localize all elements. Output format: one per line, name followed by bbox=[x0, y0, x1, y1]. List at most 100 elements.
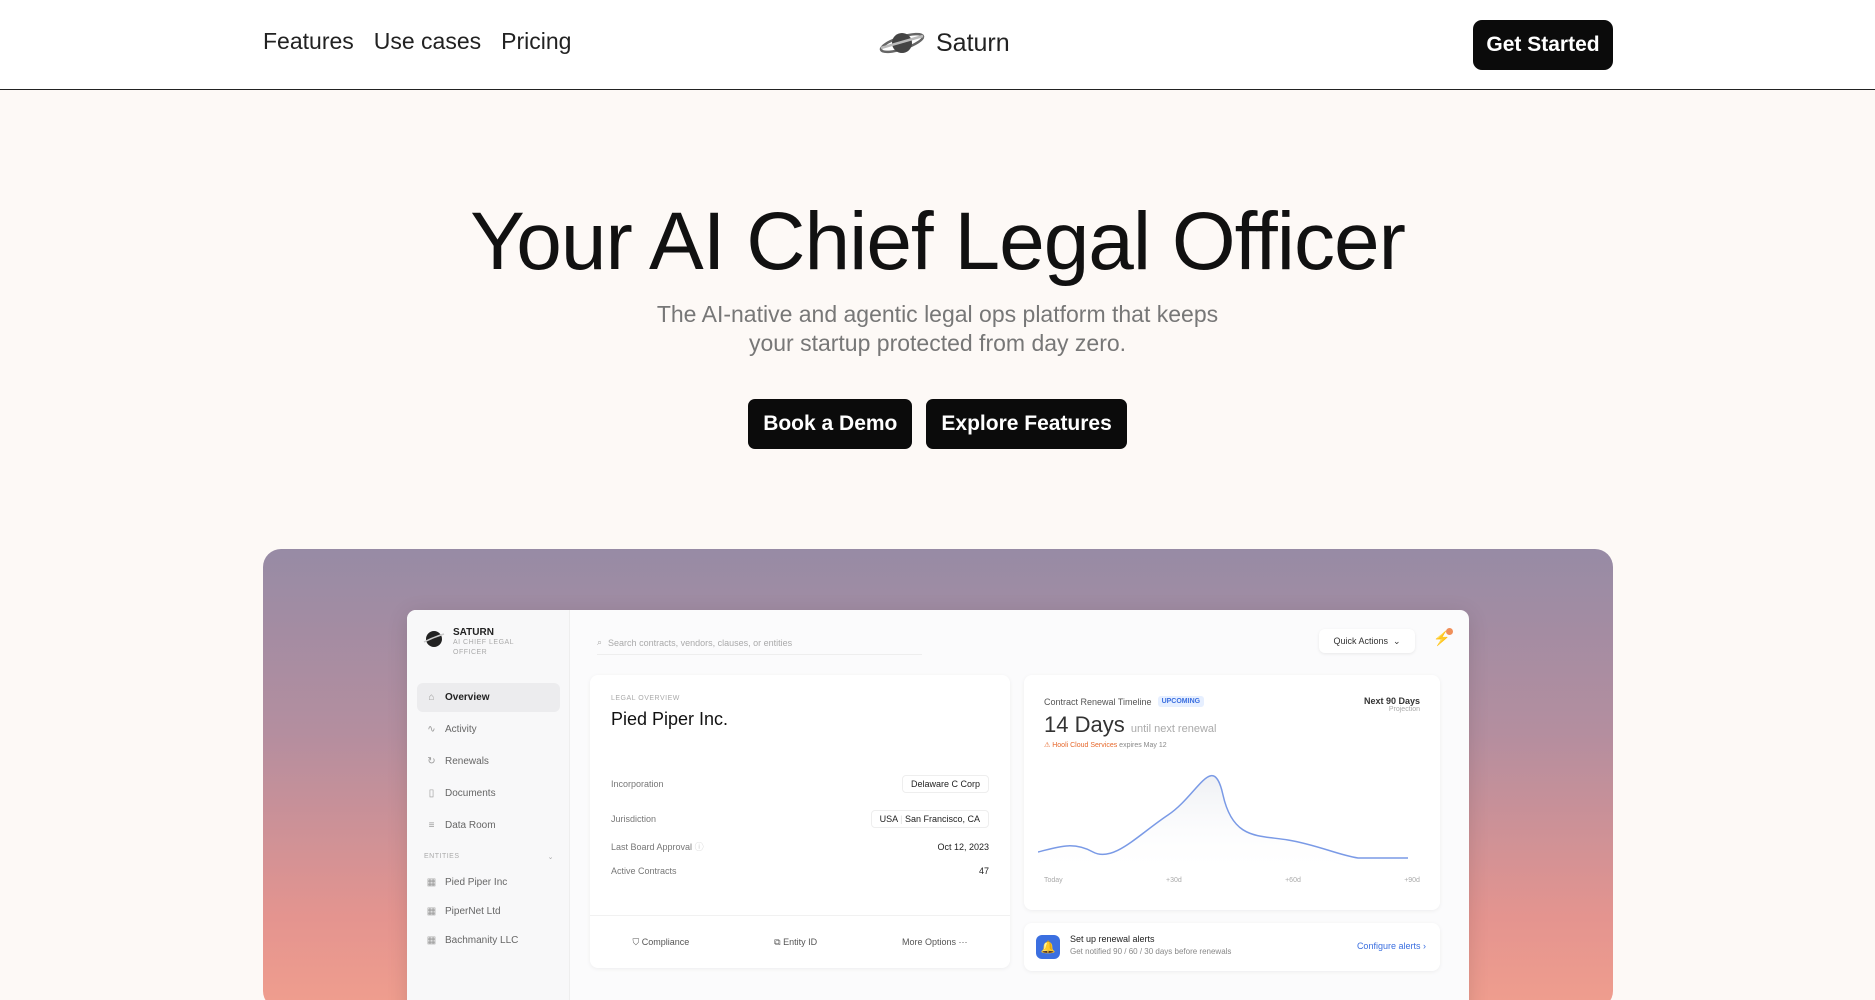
renewal-curve-chart bbox=[1038, 775, 1408, 875]
entity-item-pied-piper[interactable]: ▦ Pied Piper Inc bbox=[417, 869, 560, 895]
entity-item-pipernet[interactable]: ▦ PiperNet Ltd bbox=[417, 898, 560, 924]
sidebar-item-label: Overview bbox=[445, 692, 490, 703]
bolt-icon[interactable]: ⚡ bbox=[1433, 628, 1453, 650]
sidebar-item-label: Documents bbox=[445, 788, 496, 799]
explore-features-button[interactable]: Explore Features bbox=[926, 399, 1127, 449]
timeline-axis: Today +30d +60d +90d bbox=[1044, 877, 1420, 884]
vendor-name: Hooli Cloud Services bbox=[1052, 742, 1118, 749]
book-demo-button[interactable]: Book a Demo bbox=[748, 399, 913, 449]
sidebar-item-activity[interactable]: ∿ Activity bbox=[417, 715, 560, 744]
board-approval-row: Last Board Approval ⓘ Oct 12, 2023 bbox=[611, 840, 989, 853]
city-value: San Francisco, CA bbox=[904, 814, 980, 824]
info-icon[interactable]: ⓘ bbox=[695, 842, 704, 852]
app-logo: SATURN AI CHIEF LEGAL OFFICER bbox=[423, 627, 523, 658]
entity-label: Pied Piper Inc bbox=[445, 876, 508, 888]
days-until-renewal: 14 Days until next renewal bbox=[1044, 712, 1216, 738]
entities-list: ▦ Pied Piper Inc ▦ PiperNet Ltd ▦ Bachmanit… bbox=[417, 869, 560, 956]
refresh-icon: ↻ bbox=[427, 756, 436, 767]
overview-footer: ⛉ Compliance ⧉ Entity ID More Options ··… bbox=[590, 915, 1010, 968]
more-options-button[interactable]: More Options ··· bbox=[902, 937, 968, 947]
configure-alerts-link[interactable]: Configure alerts › bbox=[1357, 941, 1426, 951]
notification-dot bbox=[1446, 628, 1453, 635]
projection-label: Projection bbox=[1388, 706, 1420, 713]
app-sidebar: SATURN AI CHIEF LEGAL OFFICER ⌂ Overview … bbox=[407, 610, 570, 1000]
axis-tick: Today bbox=[1044, 877, 1063, 884]
jurisdiction-row: Jurisdiction USA | San Francisco, CA bbox=[611, 810, 989, 828]
entities-header[interactable]: ENTITIES ⌄ bbox=[424, 853, 554, 861]
row-key: Active Contracts bbox=[611, 866, 677, 876]
chevron-down-icon: ⌄ bbox=[547, 854, 554, 861]
row-value: Delaware C Corp bbox=[901, 775, 989, 793]
renewal-title: Contract Renewal Timeline bbox=[1044, 696, 1152, 707]
entity-id-button[interactable]: ⧉ Entity ID bbox=[774, 937, 817, 948]
active-contracts-row: Active Contracts 47 bbox=[611, 866, 989, 876]
country-value: USA bbox=[879, 814, 898, 824]
axis-tick: +60d bbox=[1285, 877, 1301, 884]
row-key: Jurisdiction bbox=[611, 814, 657, 824]
days-value: 14 Days bbox=[1044, 712, 1125, 737]
entity-label: Bachmanity LLC bbox=[445, 934, 519, 946]
search-placeholder: Search contracts, vendors, clauses, or e… bbox=[608, 637, 793, 648]
sidebar-menu: ⌂ Overview ∿ Activity ↻ Renewals ▯ Documents… bbox=[417, 683, 560, 843]
document-icon: ▯ bbox=[428, 788, 435, 799]
building-icon: ▦ bbox=[426, 934, 437, 946]
row-value: USA | San Francisco, CA bbox=[870, 810, 989, 828]
sidebar-item-data-room[interactable]: ≡ Data Room bbox=[417, 811, 560, 840]
entity-id-label: Entity ID bbox=[783, 936, 818, 947]
alert-title: Set up renewal alerts bbox=[1070, 934, 1155, 944]
sidebar-item-documents[interactable]: ▯ Documents bbox=[417, 779, 560, 808]
saturn-icon bbox=[879, 32, 925, 54]
days-suffix: until next renewal bbox=[1130, 723, 1217, 735]
search-input[interactable]: ⌕ Search contracts, vendors, clauses, or… bbox=[597, 631, 922, 655]
compliance-button[interactable]: ⛉ Compliance bbox=[632, 937, 689, 948]
hero-subtitle: The AI-native and agentic legal ops plat… bbox=[0, 300, 1875, 358]
sidebar-item-overview[interactable]: ⌂ Overview bbox=[417, 683, 560, 712]
status-badge: UPCOMING bbox=[1157, 696, 1205, 707]
renewal-range: Next 90 Days Projection bbox=[1364, 696, 1420, 713]
building-icon: ▦ bbox=[426, 876, 437, 888]
chevron-down-icon: ⌄ bbox=[1392, 635, 1401, 646]
app-logo-name: SATURN bbox=[453, 627, 494, 638]
renewal-alerts-card[interactable]: 🔔 Set up renewal alerts Get notified 90 … bbox=[1024, 923, 1440, 971]
renewal-timeline-card: Contract Renewal Timeline UPCOMING Next … bbox=[1024, 675, 1440, 910]
legal-overview-card: LEGAL OVERVIEW Pied Piper Inc. Incorpora… bbox=[590, 675, 1010, 968]
curve-area bbox=[1038, 775, 1408, 875]
row-key: Incorporation bbox=[611, 779, 664, 789]
copy-icon: ⧉ bbox=[774, 936, 781, 947]
nav-links: Features Use cases Pricing bbox=[263, 28, 571, 55]
search-icon: ⌕ bbox=[597, 637, 603, 647]
quick-actions-label: Quick Actions bbox=[1333, 636, 1388, 646]
building-icon: ▦ bbox=[426, 905, 437, 917]
entity-label: PiperNet Ltd bbox=[445, 905, 501, 917]
get-started-button[interactable]: Get Started bbox=[1473, 20, 1613, 70]
product-showcase: SATURN AI CHIEF LEGAL OFFICER ⌂ Overview … bbox=[263, 549, 1613, 1000]
top-nav: Features Use cases Pricing Saturn Get St… bbox=[0, 0, 1875, 90]
app-preview-window: SATURN AI CHIEF LEGAL OFFICER ⌂ Overview … bbox=[407, 610, 1469, 1000]
incorporation-row: Incorporation Delaware C Corp bbox=[611, 775, 989, 793]
alert-icon: ⚠ bbox=[1044, 742, 1051, 749]
nav-link-features[interactable]: Features bbox=[263, 28, 354, 55]
expiry-date: expires May 12 bbox=[1119, 742, 1167, 749]
nav-link-use-cases[interactable]: Use cases bbox=[374, 28, 481, 55]
sidebar-item-renewals[interactable]: ↻ Renewals bbox=[417, 747, 560, 776]
sidebar-item-label: Data Room bbox=[445, 820, 496, 831]
axis-tick: +90d bbox=[1404, 877, 1420, 884]
card-label: LEGAL OVERVIEW bbox=[611, 695, 680, 702]
quick-actions-button[interactable]: Quick Actions ⌄ bbox=[1319, 629, 1415, 653]
brand-logo[interactable]: Saturn bbox=[878, 28, 1010, 58]
saturn-icon bbox=[423, 631, 445, 647]
chevron-right-icon: › bbox=[1423, 941, 1426, 951]
next-expiry: ⚠ Hooli Cloud Services expires May 12 bbox=[1044, 741, 1167, 749]
database-icon: ≡ bbox=[428, 820, 435, 831]
renewal-header: Contract Renewal Timeline UPCOMING bbox=[1044, 696, 1205, 707]
hero-title: Your AI Chief Legal Officer bbox=[470, 196, 1406, 287]
sidebar-item-label: Renewals bbox=[445, 756, 489, 767]
alert-subtitle: Get notified 90 / 60 / 30 days before re… bbox=[1070, 947, 1232, 956]
entities-label: ENTITIES bbox=[424, 853, 460, 860]
more-icon: ··· bbox=[958, 937, 968, 947]
entity-item-bachmanity[interactable]: ▦ Bachmanity LLC bbox=[417, 927, 560, 953]
home-icon: ⌂ bbox=[428, 692, 435, 703]
nav-link-pricing[interactable]: Pricing bbox=[501, 28, 571, 55]
row-key-text: Last Board Approval bbox=[611, 842, 693, 852]
hero-subtitle-line-1: The AI-native and agentic legal ops plat… bbox=[656, 301, 1219, 327]
